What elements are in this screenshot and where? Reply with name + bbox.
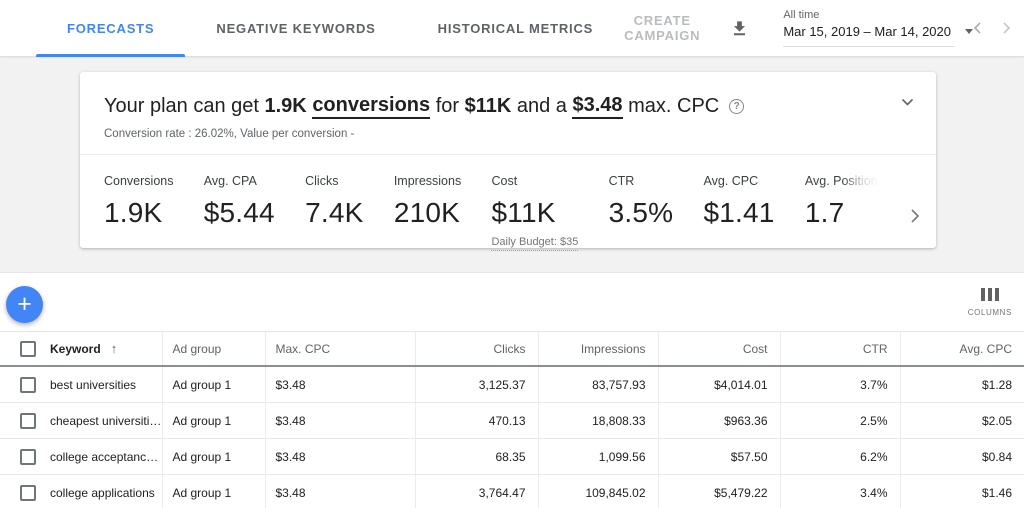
tab-negative-keywords[interactable]: NEGATIVE KEYWORDS <box>185 0 406 57</box>
help-icon[interactable]: ? <box>729 99 744 114</box>
clicks-cell: 3,125.37 <box>415 366 538 403</box>
impressions-cell: 83,757.93 <box>538 366 658 403</box>
date-prev-button[interactable] <box>969 19 985 37</box>
metric-conversions: Conversions 1.9K <box>104 174 173 251</box>
daily-budget-link[interactable]: Daily Budget: $35 <box>491 236 578 251</box>
ad-group-cell: Ad group 1 <box>162 366 265 403</box>
columns-button[interactable]: COLUMNS <box>968 288 1012 317</box>
plan-headline: Your plan can get 1.9K conversions for $… <box>104 94 912 119</box>
keyword-cell: cheapest universities <box>50 414 162 428</box>
clicks-cell: 3,764.47 <box>415 475 538 508</box>
ad-group-cell: Ad group 1 <box>162 439 265 475</box>
avg-cpc-cell: $1.28 <box>900 366 1024 403</box>
cost-cell: $5,479.22 <box>658 475 780 508</box>
chevron-left-icon <box>971 21 983 35</box>
metric-impressions: Impressions 210K <box>394 174 461 251</box>
topbar-controls: CREATE CAMPAIGN All time Mar 15, 2019 – … <box>624 9 1024 47</box>
max-cpc-cell: $3.48 <box>265 366 415 403</box>
date-range-picker[interactable]: All time Mar 15, 2019 – Mar 14, 2020 <box>783 9 955 47</box>
columns-button-label: COLUMNS <box>968 308 1012 317</box>
table-row: college acceptance r... Ad group 1 $3.48… <box>0 439 1024 475</box>
column-header-avg-cpc[interactable]: Avg. CPC <box>900 332 1024 367</box>
metric-clicks: Clicks 7.4K <box>305 174 363 251</box>
keywords-table-section: + COLUMNS Keyword ↑ Ad group Max. CPC Cl… <box>0 272 1024 508</box>
date-next-button[interactable] <box>999 19 1015 37</box>
clicks-cell: 68.35 <box>415 439 538 475</box>
impressions-cell: 18,808.33 <box>538 403 658 439</box>
row-checkbox[interactable] <box>20 413 36 429</box>
row-checkbox[interactable] <box>20 485 36 501</box>
headline-cost-value: $11K <box>465 95 512 118</box>
table-row: cheapest universities Ad group 1 $3.48 4… <box>0 403 1024 439</box>
select-all-checkbox[interactable] <box>20 341 36 357</box>
date-range-value: Mar 15, 2019 – Mar 14, 2020 <box>783 24 951 39</box>
cost-cell: $4,014.01 <box>658 366 780 403</box>
metrics-scroll-right-button[interactable] <box>908 206 922 226</box>
avg-cpc-cell: $0.84 <box>900 439 1024 475</box>
column-header-clicks[interactable]: Clicks <box>415 332 538 367</box>
row-checkbox[interactable] <box>20 377 36 393</box>
column-header-ctr[interactable]: CTR <box>780 332 900 367</box>
avg-cpc-cell: $1.46 <box>900 475 1024 508</box>
column-header-impressions[interactable]: Impressions <box>538 332 658 367</box>
ad-group-cell: Ad group 1 <box>162 475 265 508</box>
max-cpc-cell: $3.48 <box>265 439 415 475</box>
headline-text: Your plan can get <box>104 95 265 118</box>
clicks-cell: 470.13 <box>415 403 538 439</box>
column-header-keyword[interactable]: Keyword <box>50 342 101 356</box>
column-header-ad-group[interactable]: Ad group <box>162 332 265 367</box>
conversions-link[interactable]: conversions <box>312 94 430 119</box>
columns-icon <box>981 288 999 301</box>
tab-forecasts[interactable]: FORECASTS <box>36 0 185 57</box>
row-checkbox[interactable] <box>20 449 36 465</box>
ad-group-cell: Ad group 1 <box>162 403 265 439</box>
max-cpc-cell: $3.48 <box>265 475 415 508</box>
tab-bar: FORECASTS NEGATIVE KEYWORDS HISTORICAL M… <box>36 0 624 57</box>
table-row: best universities Ad group 1 $3.48 3,125… <box>0 366 1024 403</box>
metric-cost: Cost $11K Daily Budget: $35 <box>491 174 578 251</box>
metric-avg-position: Avg. Position 1.7 <box>805 174 878 251</box>
chevron-down-icon <box>901 98 914 107</box>
table-row: college applications Ad group 1 $3.48 3,… <box>0 475 1024 508</box>
ctr-cell: 3.7% <box>780 366 900 403</box>
column-header-cost[interactable]: Cost <box>658 332 780 367</box>
keyword-cell: best universities <box>50 378 136 392</box>
chevron-right-icon <box>1001 21 1013 35</box>
top-bar: FORECASTS NEGATIVE KEYWORDS HISTORICAL M… <box>0 0 1024 57</box>
add-keywords-button[interactable]: + <box>6 286 43 323</box>
avg-cpc-cell: $2.05 <box>900 403 1024 439</box>
cost-cell: $57.50 <box>658 439 780 475</box>
cost-cell: $963.36 <box>658 403 780 439</box>
tab-historical-metrics[interactable]: HISTORICAL METRICS <box>407 0 624 57</box>
forecast-table: Keyword ↑ Ad group Max. CPC Clicks Impre… <box>0 331 1024 508</box>
column-header-max-cpc[interactable]: Max. CPC <box>265 332 415 367</box>
metrics-row: Conversions 1.9K Avg. CPA $5.44 Clicks 7… <box>80 155 936 251</box>
download-icon <box>730 19 749 38</box>
max-cpc-link[interactable]: $3.48 <box>572 94 622 119</box>
metric-ctr: CTR 3.5% <box>609 174 674 251</box>
create-campaign-button[interactable]: CREATE CAMPAIGN <box>624 13 700 43</box>
ctr-cell: 6.2% <box>780 439 900 475</box>
download-button[interactable] <box>730 19 749 38</box>
plus-icon: + <box>17 290 32 318</box>
card-collapse-button[interactable] <box>901 98 914 107</box>
conversion-rate-subline: Conversion rate : 26.02%, Value per conv… <box>104 128 912 140</box>
date-range-preset-label: All time <box>783 9 955 21</box>
impressions-cell: 109,845.02 <box>538 475 658 508</box>
ctr-cell: 2.5% <box>780 403 900 439</box>
impressions-cell: 1,099.56 <box>538 439 658 475</box>
forecast-summary-card: Your plan can get 1.9K conversions for $… <box>80 72 936 248</box>
headline-conversions-value: 1.9K <box>265 95 307 118</box>
table-header-row: Keyword ↑ Ad group Max. CPC Clicks Impre… <box>0 332 1024 367</box>
chevron-right-icon <box>910 208 920 224</box>
metric-avg-cpa: Avg. CPA $5.44 <box>204 174 275 251</box>
keyword-cell: college acceptance r... <box>50 450 162 464</box>
ctr-cell: 3.4% <box>780 475 900 508</box>
metric-avg-cpc: Avg. CPC $1.41 <box>704 174 775 251</box>
keyword-cell: college applications <box>50 486 155 500</box>
max-cpc-cell: $3.48 <box>265 403 415 439</box>
sort-ascending-icon[interactable]: ↑ <box>111 341 118 356</box>
